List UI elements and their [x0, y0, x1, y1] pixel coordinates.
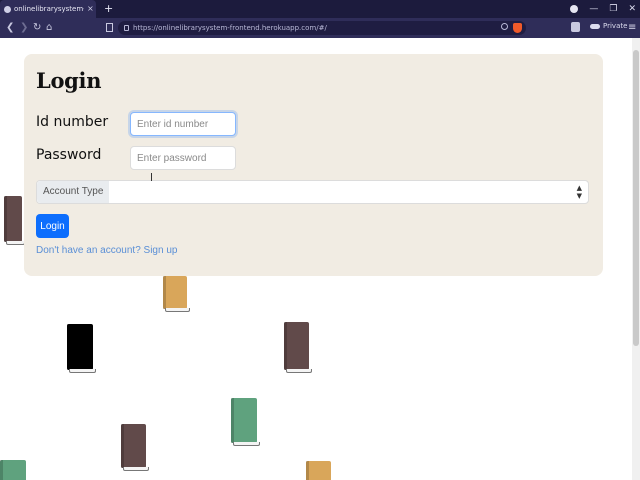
- book-decoration: [163, 276, 190, 312]
- bookmark-icon[interactable]: [106, 23, 113, 32]
- back-icon[interactable]: ❮: [6, 21, 14, 35]
- address-bar[interactable]: https://onlinelibrarysystem-frontend.her…: [118, 21, 526, 35]
- page-viewport: Login Id number Password Account Type ▲▼…: [0, 38, 640, 480]
- id-number-input[interactable]: [130, 112, 236, 136]
- url-text: https://onlinelibrarysystem-frontend.her…: [133, 24, 327, 32]
- menu-icon[interactable]: ≡: [628, 21, 636, 35]
- account-type-label: Account Type: [37, 181, 110, 203]
- scrollbar-thumb[interactable]: [633, 50, 639, 346]
- tab-favicon-icon: [4, 5, 11, 13]
- brave-shield-icon[interactable]: [513, 23, 522, 33]
- extensions-icon[interactable]: [571, 22, 580, 32]
- book-decoration: [231, 398, 260, 446]
- reload-icon[interactable]: ↻: [33, 21, 41, 35]
- book-decoration: [67, 324, 96, 373]
- profile-icon[interactable]: [570, 5, 579, 13]
- login-button[interactable]: Login: [36, 214, 69, 238]
- browser-nav-bar: ❮ ❯ ↻ ⌂ https://onlinelibrarysystem-fron…: [0, 18, 640, 38]
- text-cursor-icon: [151, 173, 153, 181]
- forward-icon[interactable]: ❯: [20, 21, 28, 35]
- page-title: Login: [36, 68, 102, 93]
- new-tab-button[interactable]: +: [104, 2, 113, 16]
- private-label: Private: [603, 22, 628, 30]
- close-tab-icon[interactable]: ×: [87, 5, 94, 13]
- book-decoration: [121, 424, 149, 471]
- signup-link[interactable]: Don't have an account? Sign up: [36, 245, 177, 256]
- tab-title: onlinelibrarysystem-frontend: [14, 5, 84, 13]
- home-icon[interactable]: ⌂: [46, 21, 52, 35]
- minimize-icon[interactable]: —: [589, 2, 598, 16]
- id-number-label: Id number: [36, 114, 109, 130]
- zoom-search-icon[interactable]: [501, 23, 508, 30]
- window-controls: — ❐ ✕: [570, 2, 636, 16]
- book-decoration: [306, 461, 331, 480]
- page-scrollbar[interactable]: [632, 38, 640, 480]
- browser-tab[interactable]: onlinelibrarysystem-frontend ×: [0, 0, 96, 18]
- book-decoration: [4, 196, 25, 245]
- password-label: Password: [36, 147, 102, 163]
- close-window-icon[interactable]: ✕: [628, 2, 636, 16]
- login-card: Login Id number Password Account Type ▲▼…: [24, 54, 603, 276]
- maximize-icon[interactable]: ❐: [609, 2, 617, 16]
- private-mask-icon: [590, 23, 600, 29]
- book-decoration: [284, 322, 312, 373]
- private-window-badge[interactable]: Private: [590, 22, 627, 30]
- book-decoration: [0, 460, 26, 480]
- account-type-select[interactable]: Account Type ▲ ▼: [36, 180, 589, 204]
- browser-tab-bar: onlinelibrarysystem-frontend × + — ❐ ✕: [0, 0, 640, 18]
- select-arrows-icon: ▲ ▼: [576, 184, 582, 200]
- lock-icon: [124, 25, 129, 31]
- password-input[interactable]: [130, 146, 236, 170]
